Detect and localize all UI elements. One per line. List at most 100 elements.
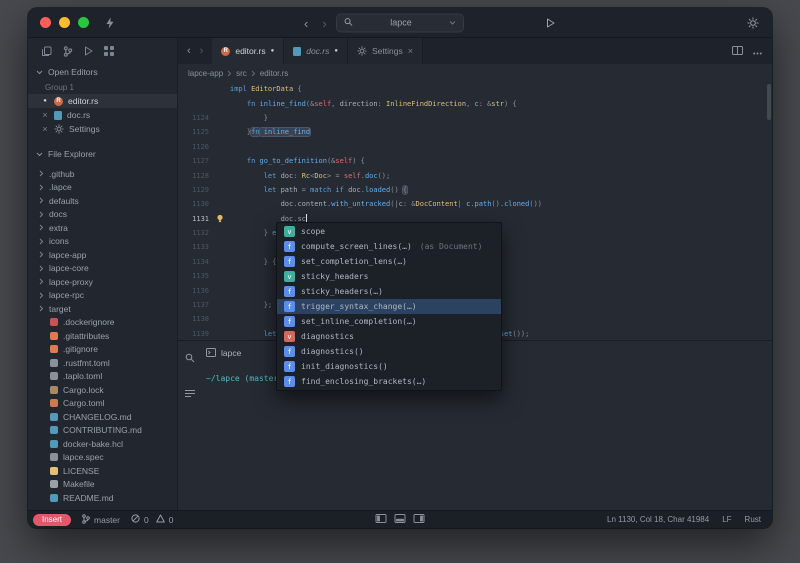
toggle-bottom-panel-icon[interactable] [395, 514, 406, 525]
open-editors-header[interactable]: Open Editors [28, 64, 177, 80]
mode-indicator[interactable]: Insert [33, 514, 71, 526]
folder-tree-item[interactable]: target [28, 302, 177, 316]
file-name: docker-bake.hcl [63, 439, 123, 449]
problems-indicator[interactable]: 0 0 [131, 514, 173, 525]
completion-item[interactable]: vsticky_headers [277, 269, 501, 284]
folder-tree-item[interactable]: icons [28, 235, 177, 249]
tab-editor-rs[interactable]: Reditor.rs● [212, 38, 284, 64]
file-tree-item[interactable]: CONTRIBUTING.md [28, 424, 177, 438]
sticky-code-line[interactable]: impl EditorData { [178, 82, 772, 96]
problems-icon[interactable] [185, 385, 195, 403]
completion-item[interactable]: vdiagnostics [277, 329, 501, 344]
folder-tree-item[interactable]: extra [28, 221, 177, 235]
plugins-icon[interactable] [104, 46, 114, 56]
file-tree-item[interactable]: lapce.spec [28, 451, 177, 465]
open-editor-item[interactable]: ●Reditor.rs [28, 94, 177, 108]
file-name: LICENSE [63, 466, 99, 476]
folder-tree-item[interactable]: defaults [28, 194, 177, 208]
code-line[interactable]: 1124 } [178, 111, 772, 125]
run-button[interactable] [546, 18, 555, 28]
file-tree-item[interactable]: .taplo.toml [28, 370, 177, 384]
file-explorer-header[interactable]: File Explorer [28, 146, 177, 162]
modified-dot[interactable]: ● [334, 48, 338, 54]
command-palette[interactable]: lapce [336, 13, 464, 32]
toggle-left-panel-icon[interactable] [376, 514, 387, 525]
code-action-bulb-icon[interactable] [214, 214, 230, 223]
code-line[interactable]: 1126 [178, 140, 772, 154]
file-tree-item[interactable]: CHANGELOG.md [28, 410, 177, 424]
code-line[interactable]: 1129 let path = match if doc.loaded() { [178, 183, 772, 197]
folder-tree-item[interactable]: docs [28, 208, 177, 222]
completion-item[interactable]: fset_completion_lens(…) [277, 254, 501, 269]
branch-indicator[interactable]: master [82, 514, 120, 526]
tab-doc-rs[interactable]: doc.rs● [284, 38, 348, 64]
scrollbar-thumb[interactable] [767, 84, 771, 120]
chevron-right-icon [39, 184, 44, 191]
close-icon[interactable]: × [41, 125, 49, 134]
breadcrumb[interactable]: lapce-app src editor.rs [178, 64, 772, 82]
modified-dot[interactable]: ● [41, 98, 49, 104]
folder-tree-item[interactable]: .github [28, 167, 177, 181]
settings-gear-icon[interactable] [747, 17, 759, 29]
close-icon[interactable]: × [41, 111, 49, 120]
line-ending-indicator[interactable]: LF [722, 515, 731, 524]
tab-scroll-right-icon[interactable]: › [200, 45, 204, 57]
search-icon[interactable] [185, 350, 195, 368]
titlebar[interactable]: ‹ › lapce [28, 8, 772, 38]
completion-kind-icon: f [284, 346, 295, 357]
completion-item[interactable]: fcompute_screen_lines(…)(as Document) [277, 239, 501, 254]
folder-tree-item[interactable]: .lapce [28, 181, 177, 195]
file-tree-item[interactable]: README.md [28, 491, 177, 505]
completion-item[interactable]: ffind_enclosing_brackets(…) [277, 374, 501, 389]
file-tree-item[interactable]: .dockerignore [28, 316, 177, 330]
completion-item[interactable]: fdiagnostics() [277, 344, 501, 359]
code-line[interactable]: 1127 fn go_to_definition(&self) { [178, 154, 772, 168]
sticky-code-line[interactable]: fn inline_find(&self, direction: InlineF… [178, 96, 772, 110]
language-indicator[interactable]: Rust [745, 515, 761, 524]
breadcrumb-item[interactable]: editor.rs [260, 69, 288, 78]
cursor-position[interactable]: Ln 1130, Col 18, Char 41984 [607, 515, 709, 524]
debug-icon[interactable] [84, 46, 93, 56]
toggle-right-panel-icon[interactable] [414, 514, 425, 525]
source-control-icon[interactable] [63, 46, 73, 57]
file-tree-item[interactable]: .gitignore [28, 343, 177, 357]
file-tree-item[interactable]: .gitattributes [28, 329, 177, 343]
code-line[interactable]: 1128 let doc: Rc<Doc> = self.doc(); [178, 168, 772, 182]
open-editor-item[interactable]: ×doc.rs [28, 108, 177, 122]
folder-tree-item[interactable]: lapce-rpc [28, 289, 177, 303]
folder-tree-item[interactable]: lapce-core [28, 262, 177, 276]
completion-item[interactable]: fset_inline_completion(…) [277, 314, 501, 329]
navigate-forward-button[interactable]: › [322, 16, 326, 31]
code-line[interactable]: 1130 doc.content.with_untracked(|c: &Doc… [178, 197, 772, 211]
breadcrumb-item[interactable]: lapce-app [188, 69, 223, 78]
file-tree-item[interactable]: Cargo.lock [28, 383, 177, 397]
modified-dot[interactable]: ● [271, 48, 275, 54]
file-tree-item[interactable]: docker-bake.hcl [28, 437, 177, 451]
terminal-tab[interactable]: lapce [206, 348, 241, 359]
completion-item[interactable]: ftrigger_syntax_change(…) [277, 299, 501, 314]
completion-kind-icon: v [284, 226, 295, 237]
completion-item[interactable]: vscope [277, 224, 501, 239]
completion-item[interactable]: fsticky_headers(…) [277, 284, 501, 299]
close-icon[interactable]: × [408, 46, 413, 56]
open-editor-item[interactable]: ×Settings [28, 122, 177, 136]
file-tree-item[interactable]: Makefile [28, 478, 177, 492]
maximize-window-button[interactable] [78, 17, 89, 28]
file-tree-item[interactable]: Cargo.toml [28, 397, 177, 411]
minimize-window-button[interactable] [59, 17, 70, 28]
completion-label: scope [301, 227, 325, 236]
breadcrumb-item[interactable]: src [236, 69, 247, 78]
completion-item[interactable]: finit_diagnostics() [277, 359, 501, 374]
code-line[interactable]: 1125 }fn inline_find [178, 125, 772, 139]
file-tree-item[interactable]: .rustfmt.toml [28, 356, 177, 370]
tab-settings[interactable]: Settings× [348, 38, 423, 64]
file-tree-item[interactable]: LICENSE [28, 464, 177, 478]
navigate-back-button[interactable]: ‹ [304, 16, 308, 31]
close-window-button[interactable] [40, 17, 51, 28]
split-editor-icon[interactable] [732, 42, 743, 60]
explorer-icon[interactable] [41, 46, 52, 57]
tab-scroll-left-icon[interactable]: ‹ [187, 45, 191, 57]
folder-tree-item[interactable]: lapce-proxy [28, 275, 177, 289]
folder-tree-item[interactable]: lapce-app [28, 248, 177, 262]
more-actions-icon[interactable] [753, 42, 762, 60]
